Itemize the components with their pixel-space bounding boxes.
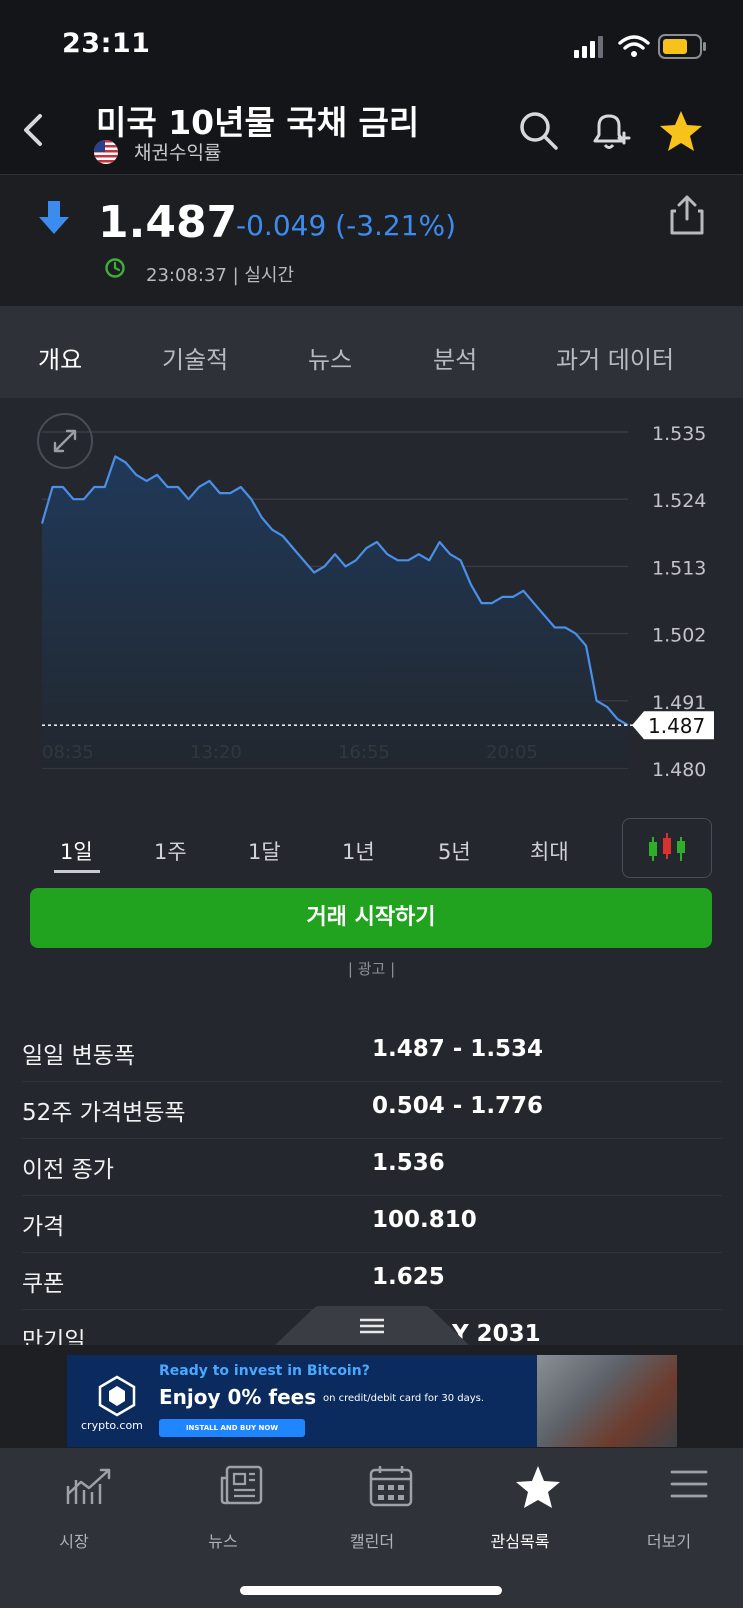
ad-brand: crypto.com bbox=[81, 1419, 143, 1432]
ad-area: crypto.com Ready to invest in Bitcoin? E… bbox=[0, 1345, 743, 1448]
y-tick-label: 1.513 bbox=[652, 557, 706, 579]
calendar-icon bbox=[369, 1466, 412, 1507]
stat-label: 일일 변동폭 bbox=[22, 1043, 136, 1069]
stat-row: 일일 변동폭 1.487 - 1.534 bbox=[22, 1024, 722, 1082]
nav-more-label: 더보기 bbox=[646, 1532, 692, 1551]
tab-news[interactable]: 뉴스 bbox=[308, 340, 352, 375]
bottom-navigation: 시장 뉴스 캘린더 관심목록 더보기 bbox=[0, 1448, 743, 1608]
time-range-selector: 1일 1주 1달 1년 5년 최대 bbox=[0, 810, 743, 880]
stat-label: 가격 bbox=[22, 1214, 65, 1240]
price-chart[interactable]: 1.5351.5241.5131.5021.4911.48008:3513:20… bbox=[0, 398, 743, 800]
nav-news-label: 뉴스 bbox=[208, 1532, 238, 1551]
ad-drawer-handle[interactable] bbox=[274, 1306, 470, 1346]
last-price: 1.487 bbox=[98, 197, 238, 248]
menu-icon bbox=[670, 1470, 708, 1498]
price-area bbox=[42, 456, 628, 768]
range-1d[interactable]: 1일 bbox=[60, 836, 93, 866]
y-tick-label: 1.502 bbox=[652, 625, 706, 647]
ad-offer-detail: on credit/debit card for 30 days. bbox=[323, 1393, 485, 1404]
y-tick-label: 1.535 bbox=[652, 423, 706, 445]
y-tick-label: 1.491 bbox=[652, 692, 706, 714]
tab-historical-data[interactable]: 과거 데이터 bbox=[556, 340, 674, 375]
nav-markets-label: 시장 bbox=[59, 1532, 89, 1551]
us-flag-icon bbox=[94, 140, 118, 164]
nav-watchlist[interactable]: 관심목록 bbox=[460, 1464, 580, 1554]
instrument-type: 채권수익률 bbox=[134, 142, 222, 164]
stat-value: 1.487 - 1.534 bbox=[372, 1036, 544, 1062]
stat-label: 쿠폰 bbox=[22, 1271, 65, 1297]
signal-icon bbox=[574, 36, 603, 58]
start-trading-button[interactable]: 거래 시작하기 bbox=[30, 888, 712, 948]
stat-value: 0.504 - 1.776 bbox=[372, 1093, 544, 1119]
nav-markets[interactable]: 시장 bbox=[14, 1464, 134, 1554]
quote-timestamp: 23:08:37 | 실시간 bbox=[146, 265, 295, 286]
ad-photo bbox=[537, 1355, 677, 1447]
range-1y[interactable]: 1년 bbox=[342, 836, 375, 866]
stat-value: 1.625 bbox=[372, 1264, 445, 1290]
add-alert-bell-icon[interactable] bbox=[586, 108, 632, 154]
quote-panel: 1.487 -0.049 (-3.21%) 23:08:37 | 실시간 bbox=[0, 174, 743, 307]
status-time: 23:11 bbox=[62, 28, 151, 59]
candlestick-icon bbox=[649, 833, 685, 861]
stat-label: 이전 종가 bbox=[22, 1157, 114, 1183]
tab-analysis[interactable]: 분석 bbox=[433, 340, 477, 375]
stat-row: 52주 가격변동폭 0.504 - 1.776 bbox=[22, 1081, 722, 1139]
star-icon bbox=[516, 1466, 560, 1508]
ad-headline: Ready to invest in Bitcoin? bbox=[159, 1363, 370, 1379]
newspaper-icon bbox=[220, 1465, 262, 1505]
nav-news[interactable]: 뉴스 bbox=[163, 1464, 283, 1554]
nav-more[interactable]: 더보기 bbox=[609, 1464, 729, 1554]
candlestick-toggle-button[interactable] bbox=[622, 818, 712, 878]
nav-calendar-label: 캘린더 bbox=[349, 1532, 395, 1551]
nav-calendar[interactable]: 캘린더 bbox=[312, 1464, 432, 1554]
y-tick-label: 1.480 bbox=[652, 759, 706, 781]
last-price-label: 1.487 bbox=[648, 714, 705, 738]
nav-watchlist-label: 관심목록 bbox=[490, 1532, 550, 1551]
y-tick-label: 1.524 bbox=[652, 490, 706, 512]
stat-value: 100.810 bbox=[372, 1207, 477, 1233]
instrument-header: 미국 10년물 국채 금리 채권수익률 bbox=[0, 96, 743, 174]
ad-banner[interactable]: crypto.com Ready to invest in Bitcoin? E… bbox=[67, 1355, 677, 1447]
clock-icon bbox=[105, 258, 125, 278]
ad-label: | 광고 | bbox=[347, 960, 396, 978]
stat-row: 이전 종가 1.536 bbox=[22, 1138, 722, 1196]
chart-icon bbox=[66, 1468, 111, 1504]
page-title: 미국 10년물 국채 금리 bbox=[96, 103, 420, 142]
share-icon[interactable] bbox=[668, 193, 706, 237]
price-change: -0.049 (-3.21%) bbox=[236, 209, 457, 242]
range-5y[interactable]: 5년 bbox=[438, 836, 471, 866]
price-chart-svg: 1.5351.5241.5131.5021.4911.48008:3513:20… bbox=[40, 423, 714, 781]
back-arrow-icon[interactable] bbox=[14, 110, 54, 150]
range-max[interactable]: 최대 bbox=[530, 836, 569, 866]
down-arrow-icon bbox=[39, 201, 69, 234]
search-icon[interactable] bbox=[516, 108, 562, 154]
status-bar: 23:11 bbox=[0, 0, 743, 96]
stat-value: 1.536 bbox=[372, 1150, 445, 1176]
crypto-com-logo-icon bbox=[98, 1375, 136, 1417]
ad-offer: Enjoy 0% fees bbox=[159, 1385, 317, 1409]
ad-cta-button[interactable]: INSTALL AND BUY NOW bbox=[159, 1419, 305, 1437]
stat-label: 52주 가격변동폭 bbox=[22, 1100, 186, 1126]
wifi-icon bbox=[618, 35, 650, 57]
section-tabs: 개요 기술적 뉴스 분석 과거 데이터 bbox=[0, 306, 743, 398]
range-1w[interactable]: 1주 bbox=[154, 836, 187, 866]
stat-row: 가격 100.810 bbox=[22, 1195, 722, 1253]
range-1m[interactable]: 1달 bbox=[248, 836, 281, 866]
watchlist-star-icon[interactable] bbox=[658, 108, 704, 154]
expand-chart-icon[interactable] bbox=[36, 412, 94, 470]
stat-row: 쿠폰 1.625 bbox=[22, 1252, 722, 1310]
battery-icon bbox=[658, 34, 706, 59]
active-range-indicator bbox=[54, 870, 100, 873]
tab-technical[interactable]: 기술적 bbox=[162, 340, 228, 375]
tab-overview[interactable]: 개요 bbox=[38, 340, 82, 375]
home-indicator bbox=[240, 1586, 502, 1595]
